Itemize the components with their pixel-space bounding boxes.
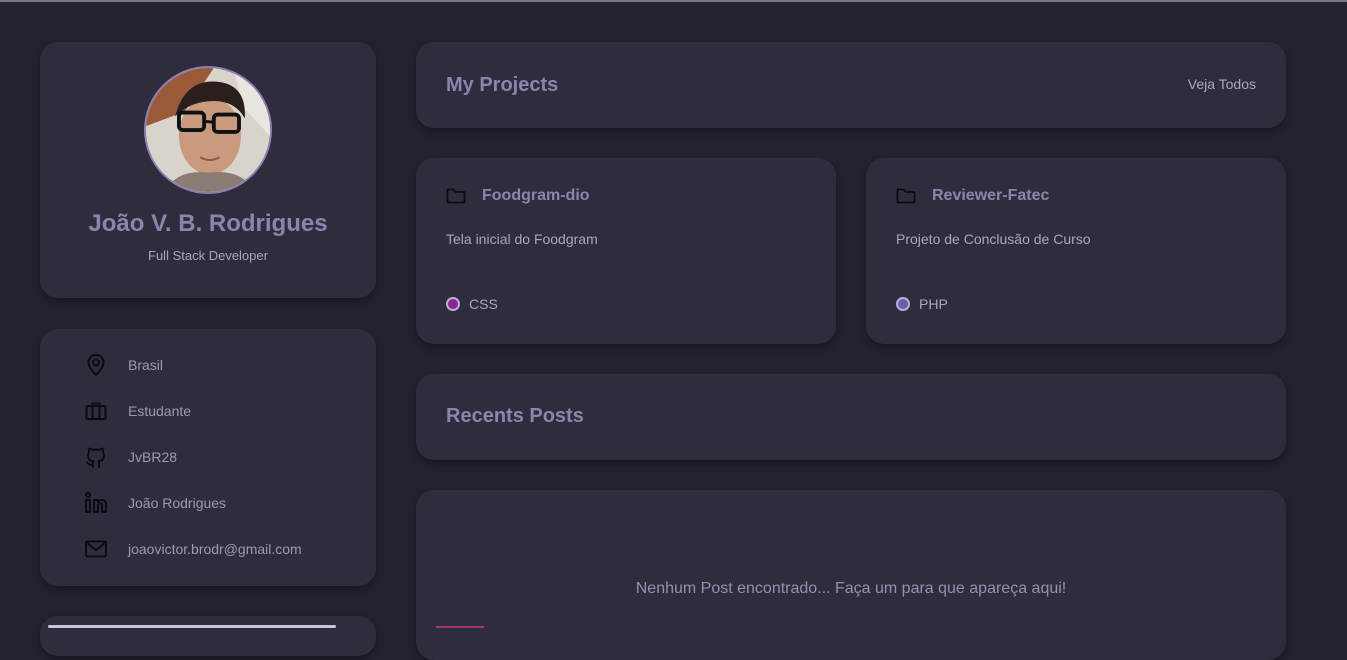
language-dot-icon xyxy=(896,297,910,311)
posts-card: Nenhum Post encontrado... Faça um para q… xyxy=(416,490,1286,660)
language-name: CSS xyxy=(469,296,498,312)
skills-card xyxy=(40,616,376,656)
project-language: PHP xyxy=(896,296,948,312)
info-label-linkedin: João Rodrigues xyxy=(128,495,227,511)
posts-header-card: Recents Posts xyxy=(416,374,1286,460)
project-description: Tela inicial do Foodgram xyxy=(446,231,598,247)
location-pin-icon xyxy=(87,353,105,377)
info-item-occupation: Estudante xyxy=(84,396,364,426)
language-name: PHP xyxy=(919,296,948,312)
project-description: Projeto de Conclusão de Curso xyxy=(896,231,1091,247)
mail-icon xyxy=(85,540,107,558)
info-label-location: Brasil xyxy=(128,357,164,373)
profile-name: João V. B. Rodrigues xyxy=(88,210,328,237)
info-label-email: joaovictor.brodr@gmail.com xyxy=(128,541,302,557)
info-card: Brasil Estudante JvBR28 João Rodrigues j… xyxy=(40,329,376,586)
profile-role: Full Stack Developer xyxy=(148,248,268,263)
project-header: Foodgram-dio xyxy=(446,186,590,206)
linkedin-icon xyxy=(85,492,107,513)
info-item-github[interactable]: JvBR28 xyxy=(84,442,364,472)
see-all-link[interactable]: Veja Todos xyxy=(1188,76,1256,92)
github-icon xyxy=(86,447,105,468)
info-item-linkedin[interactable]: João Rodrigues xyxy=(84,488,364,518)
empty-posts-message: Nenhum Post encontrado... Faça um para q… xyxy=(635,580,1067,597)
info-item-email[interactable]: joaovictor.brodr@gmail.com xyxy=(84,534,364,564)
info-label-github: JvBR28 xyxy=(128,449,178,465)
avatar xyxy=(144,66,272,194)
briefcase-icon xyxy=(85,402,107,420)
project-name[interactable]: Foodgram-dio xyxy=(482,187,590,205)
window-top-border xyxy=(0,0,1347,2)
profile-card: João V. B. Rodrigues Full Stack Develope… xyxy=(40,42,376,298)
folder-icon xyxy=(446,188,466,204)
language-dot-icon xyxy=(446,297,460,311)
project-header: Reviewer-Fatec xyxy=(896,186,1049,206)
avatar-photo xyxy=(146,68,270,192)
projects-header-card: My Projects Veja Todos xyxy=(416,42,1286,128)
projects-title: My Projects xyxy=(446,74,559,96)
project-card[interactable]: Foodgram-dio Tela inicial do Foodgram CS… xyxy=(416,158,836,344)
project-name[interactable]: Reviewer-Fatec xyxy=(932,187,1049,205)
info-item-location: Brasil xyxy=(84,350,364,380)
posts-title: Recents Posts xyxy=(446,405,584,427)
folder-icon xyxy=(896,188,916,204)
project-card[interactable]: Reviewer-Fatec Projeto de Conclusão de C… xyxy=(866,158,1286,344)
project-language: CSS xyxy=(446,296,498,312)
info-label-occupation: Estudante xyxy=(128,403,192,419)
